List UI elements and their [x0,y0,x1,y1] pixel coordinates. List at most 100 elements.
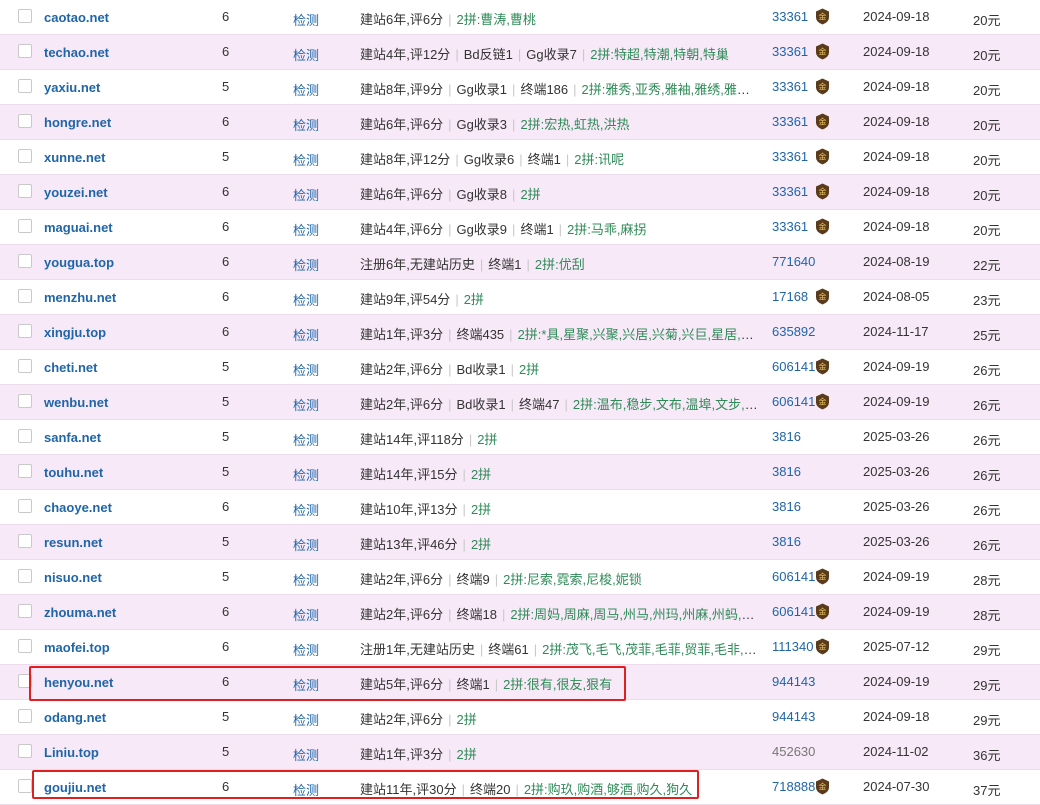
check-link[interactable]: 检测 [293,535,319,554]
seller-id-link[interactable]: 606141 [772,394,815,409]
check-link[interactable]: 检测 [293,675,319,694]
intro-separator: | [509,327,513,342]
row-checkbox[interactable] [18,604,32,618]
intro-part: 建站1年,评3分 [360,327,444,342]
seller-id-link[interactable]: 111340 [772,639,813,654]
row-checkbox[interactable] [18,534,32,548]
seller-id-link[interactable]: 944143 [772,674,815,689]
check-link[interactable]: 检测 [293,745,319,764]
row-checkbox[interactable] [18,499,32,513]
row-checkbox[interactable] [18,184,32,198]
row-checkbox[interactable] [18,709,32,723]
seller-id-link[interactable]: 33361 [772,149,808,164]
domain-link[interactable]: hongre.net [44,115,111,130]
intro-separator: | [512,187,516,202]
domain-link[interactable]: techao.net [44,45,109,60]
domain-link[interactable]: xunne.net [44,150,105,165]
row-checkbox[interactable] [18,639,32,653]
seller-id-link[interactable]: 3816 [772,429,801,444]
domain-link[interactable]: chaoye.net [44,500,112,515]
row-checkbox[interactable] [18,79,32,93]
check-link[interactable]: 检测 [293,115,319,134]
domain-length: 5 [222,744,230,759]
domain-link[interactable]: touhu.net [44,465,103,480]
domain-link[interactable]: sanfa.net [44,430,101,445]
seller-id-link[interactable]: 606141 [772,604,815,619]
row-checkbox[interactable] [18,464,32,478]
check-link[interactable]: 检测 [293,10,319,29]
seller-id-link[interactable]: 944143 [772,709,815,724]
check-link[interactable]: 检测 [293,45,319,64]
seller-id-link[interactable]: 33361 [772,219,808,234]
seller-id-link[interactable]: 606141 [772,359,815,374]
check-link[interactable]: 检测 [293,325,319,344]
seller-id-link[interactable]: 33361 [772,184,808,199]
row-checkbox[interactable] [18,219,32,233]
domain-link[interactable]: zhouma.net [44,605,116,620]
check-link[interactable]: 检测 [293,430,319,449]
domain-link[interactable]: maofei.top [44,640,110,655]
domain-link[interactable]: nisuo.net [44,570,102,585]
domain-link[interactable]: youzei.net [44,185,108,200]
check-link[interactable]: 检测 [293,150,319,169]
domain-link[interactable]: Liniu.top [44,745,99,760]
date: 2024-09-18 [863,184,930,199]
seller-id-link[interactable]: 33361 [772,114,808,129]
domain-link[interactable]: resun.net [44,535,103,550]
domain-link[interactable]: odang.net [44,710,106,725]
row-checkbox[interactable] [18,9,32,23]
seller-id-link[interactable]: 718888 [772,779,815,794]
check-link[interactable]: 检测 [293,220,319,239]
check-link[interactable]: 检测 [293,500,319,519]
date: 2024-09-18 [863,709,930,724]
domain-link[interactable]: maguai.net [44,220,113,235]
row-checkbox[interactable] [18,429,32,443]
check-link[interactable]: 检测 [293,360,319,379]
row-checkbox[interactable] [18,744,32,758]
check-link[interactable]: 检测 [293,605,319,624]
check-link[interactable]: 检测 [293,570,319,589]
check-link[interactable]: 检测 [293,80,319,99]
row-checkbox[interactable] [18,114,32,128]
seller-id-link[interactable]: 3816 [772,499,801,514]
check-link[interactable]: 检测 [293,710,319,729]
row-checkbox[interactable] [18,569,32,583]
row-checkbox[interactable] [18,359,32,373]
domain-link[interactable]: cheti.net [44,360,97,375]
row-checkbox[interactable] [18,44,32,58]
domain-link[interactable]: xingju.top [44,325,106,340]
seller-id-link[interactable]: 17168 [772,289,808,304]
domain-link[interactable]: yaxiu.net [44,80,100,95]
row-checkbox[interactable] [18,674,32,688]
check-link[interactable]: 检测 [293,290,319,309]
seller-id-link[interactable]: 635892 [772,324,815,339]
row-checkbox[interactable] [18,254,32,268]
check-link[interactable]: 检测 [293,395,319,414]
seller-id-link[interactable]: 33361 [772,44,808,59]
seller-id-link[interactable]: 452630 [772,744,815,759]
seller-id-link[interactable]: 33361 [772,79,808,94]
seller-id-link[interactable]: 3816 [772,534,801,549]
seller-id-link[interactable]: 771640 [772,254,815,269]
domain-link[interactable]: henyou.net [44,675,113,690]
check-link[interactable]: 检测 [293,185,319,204]
date: 2024-09-18 [863,44,930,59]
check-link[interactable]: 检测 [293,465,319,484]
row-checkbox[interactable] [18,394,32,408]
row-checkbox[interactable] [18,289,32,303]
check-link[interactable]: 检测 [293,780,319,799]
seller-id-link[interactable]: 33361 [772,9,808,24]
check-link[interactable]: 检测 [293,640,319,659]
seller-id-link[interactable]: 606141 [772,569,815,584]
row-checkbox[interactable] [18,324,32,338]
domain-link[interactable]: caotao.net [44,10,109,25]
domain-link[interactable]: wenbu.net [44,395,108,410]
domain-link[interactable]: yougua.top [44,255,114,270]
check-link[interactable]: 检测 [293,255,319,274]
seller-id-link[interactable]: 3816 [772,464,801,479]
row-checkbox[interactable] [18,149,32,163]
row-checkbox[interactable] [18,779,32,793]
pinyin-match: 2拼 [463,292,484,307]
domain-link[interactable]: menzhu.net [44,290,116,305]
domain-link[interactable]: goujiu.net [44,780,106,795]
